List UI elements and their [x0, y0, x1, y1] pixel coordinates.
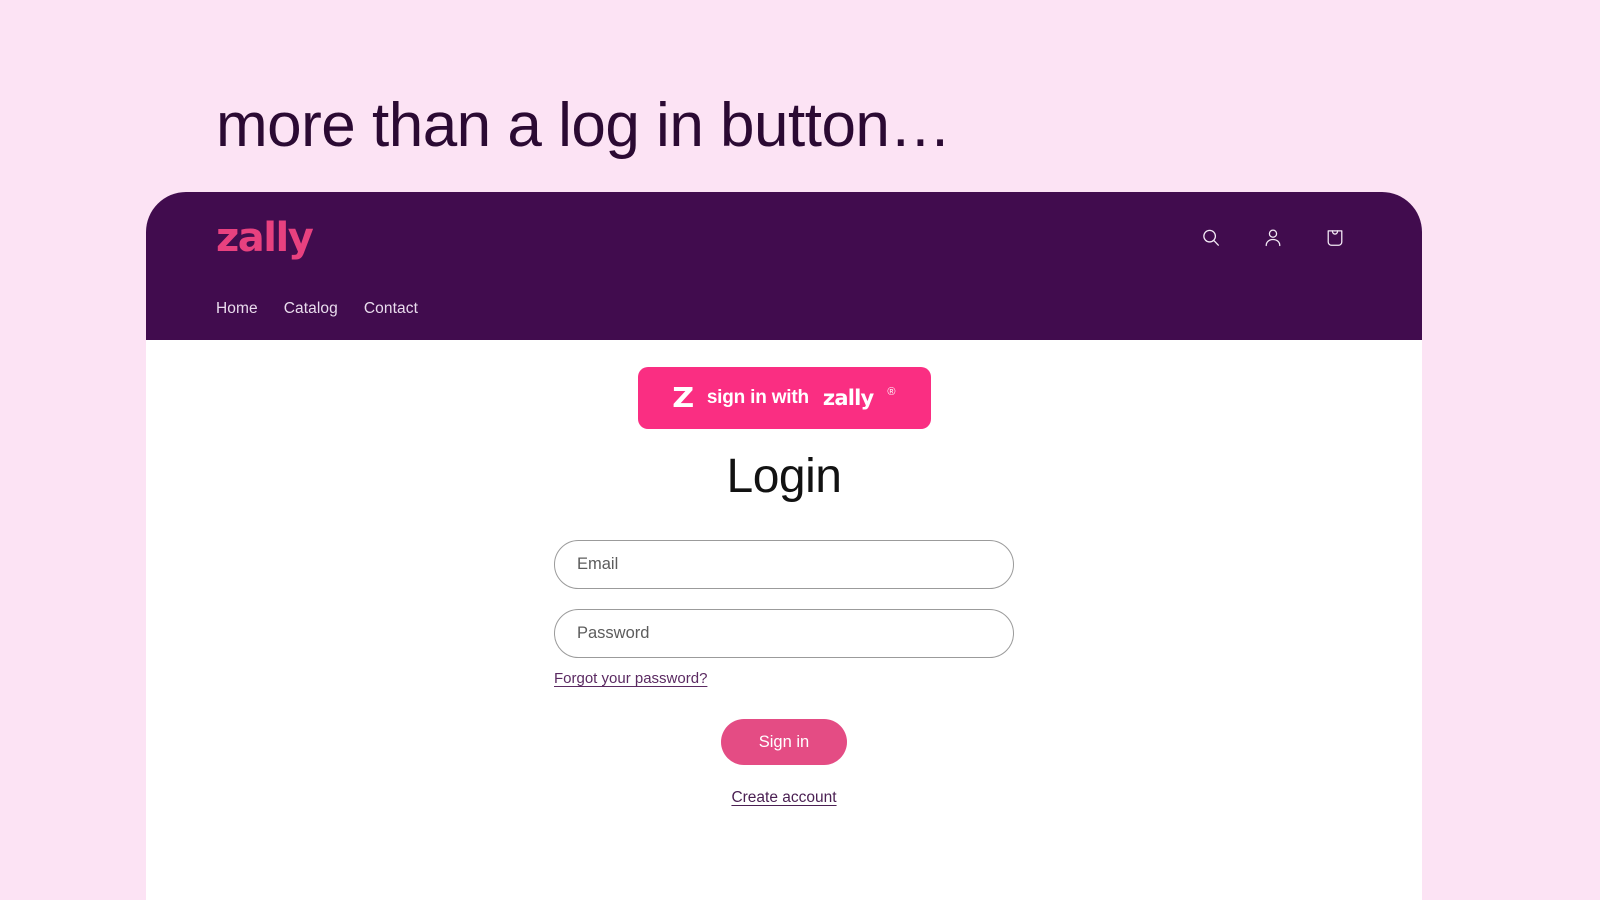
zally-z-icon: Z: [671, 381, 694, 414]
sign-in-button[interactable]: Sign in: [721, 719, 847, 765]
login-form: Forgot your password? Sign in Create acc…: [554, 540, 1014, 807]
nav-link-contact[interactable]: Contact: [364, 300, 418, 318]
login-page-body: Z sign in with zally ® Login Forgot your…: [146, 340, 1422, 900]
registered-trademark-icon: ®: [887, 386, 896, 398]
site-panel: zally Home Catalog Contact Z sign in wit…: [146, 192, 1422, 900]
page-headline: more than a log in button…: [216, 91, 951, 160]
password-field[interactable]: [554, 609, 1014, 658]
zally-button-text: sign in with: [706, 387, 809, 408]
site-nav: Home Catalog Contact: [216, 284, 1352, 334]
site-header: zally Home Catalog Contact: [146, 192, 1422, 340]
header-icon-group: [1194, 221, 1352, 255]
sign-in-with-zally-button[interactable]: Z sign in with zally ®: [637, 367, 931, 429]
forgot-password-link[interactable]: Forgot your password?: [554, 670, 707, 687]
site-logo[interactable]: zally: [216, 218, 314, 258]
submit-area: Sign in Create account: [554, 719, 1014, 807]
create-account-link[interactable]: Create account: [731, 789, 836, 807]
nav-link-home[interactable]: Home: [216, 300, 258, 318]
email-field[interactable]: [554, 540, 1014, 589]
search-icon[interactable]: [1194, 221, 1228, 255]
account-icon[interactable]: [1256, 221, 1290, 255]
cart-icon[interactable]: [1318, 221, 1352, 255]
zally-button-brand: zally: [822, 386, 874, 410]
nav-link-catalog[interactable]: Catalog: [284, 300, 338, 318]
page-title: Login: [726, 450, 842, 503]
header-top-row: zally: [216, 192, 1352, 284]
